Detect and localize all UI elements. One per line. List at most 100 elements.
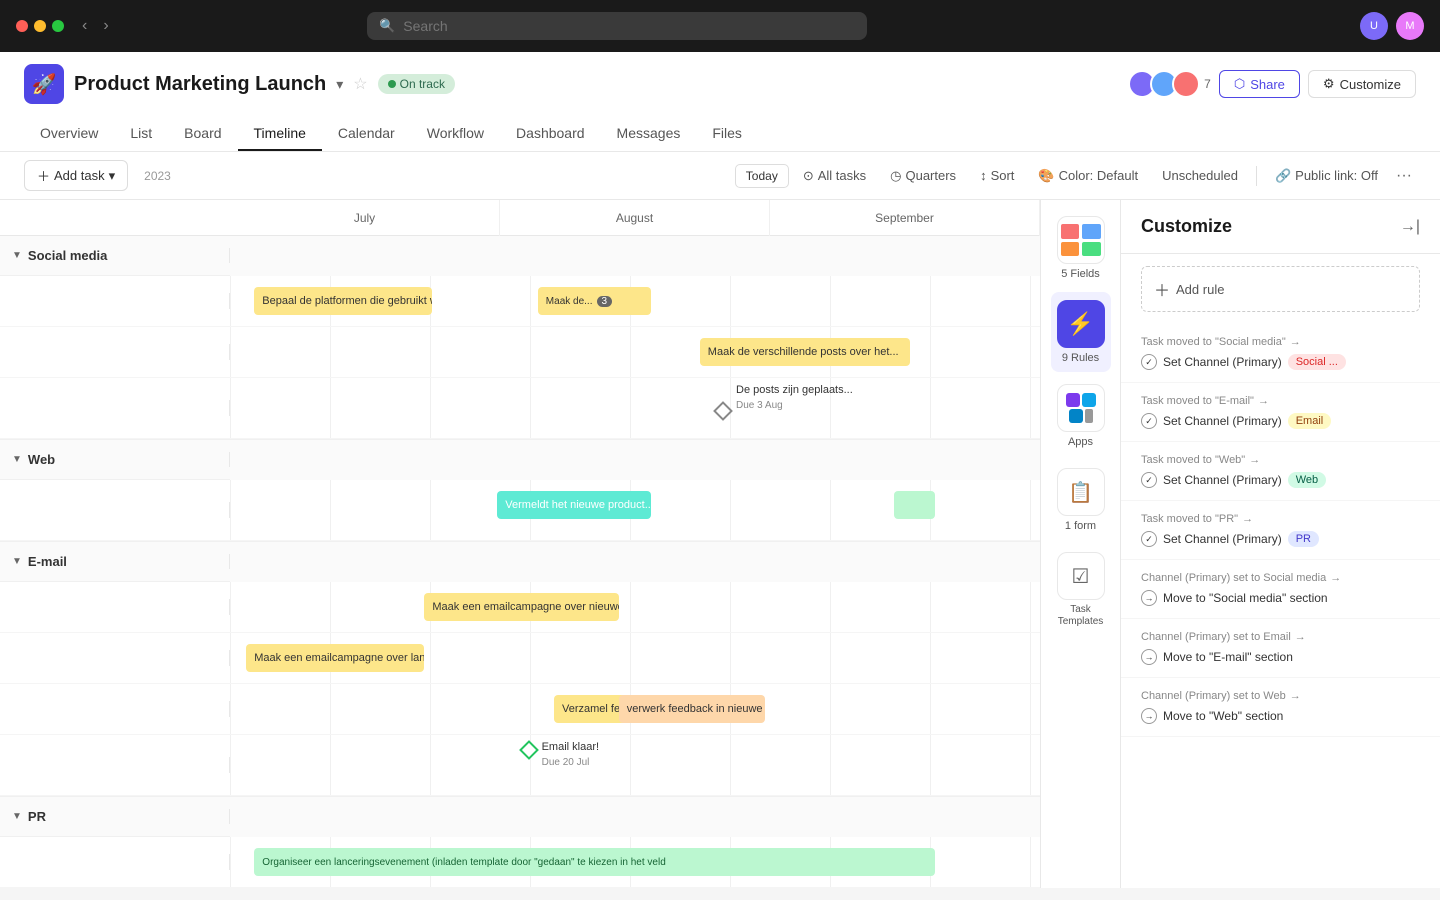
tab-timeline[interactable]: Timeline [238,117,322,151]
rule-trigger: Task moved to "E-mail" → [1141,395,1420,407]
sidebar-item-templates[interactable]: ☑ Task Templates [1051,544,1111,636]
search-input[interactable] [403,18,855,34]
arrow-icon: → [1290,690,1301,702]
check-icon: ✓ [1141,531,1157,547]
tab-dashboard[interactable]: Dashboard [500,117,601,151]
tab-calendar[interactable]: Calendar [322,117,411,151]
table-row: Maak de verschillende posts over het... [0,327,1040,378]
user-avatar-1[interactable]: U [1360,12,1388,40]
section-pr-label: ▼ PR [0,809,230,824]
task-label: Maak de... [546,296,593,307]
task-bar[interactable]: Bepaal de platformen die gebruikt worden [254,287,432,315]
social-media-title: Social media [28,248,107,263]
collapse-web[interactable]: ▼ [12,454,22,465]
arrow-icon: → [1258,395,1269,407]
email-grid [230,542,1040,582]
section-web-header: ▼ Web [0,440,1040,480]
public-link-button[interactable]: 🔗 Public link: Off [1265,163,1388,189]
arrow-icon: → [1249,454,1260,466]
collapse-pr[interactable]: ▼ [12,811,22,822]
tab-overview[interactable]: Overview [24,117,114,151]
close-panel-button[interactable]: →| [1400,218,1420,236]
forward-button[interactable]: › [97,13,114,39]
row-label [0,400,230,416]
row-label [0,701,230,717]
tab-list[interactable]: List [114,117,168,151]
row-grid: De posts zijn geplaats... Due 3 Aug [230,378,1040,438]
plus-icon: ＋ [37,166,50,185]
more-options-button[interactable]: ··· [1392,167,1416,185]
task-bar[interactable] [894,491,935,519]
sidebar-item-rules[interactable]: ⚡ 9 Rules [1051,292,1111,372]
rule-trigger-text: Channel (Primary) set to Social media [1141,572,1326,584]
section-web: ▼ Web Vermeldt het nieuwe product... [0,440,1040,542]
sidebar-item-forms[interactable]: 📋 1 form [1051,460,1111,540]
collapse-email[interactable]: ▼ [12,556,22,567]
rule-trigger-text: Channel (Primary) set to Web [1141,690,1286,702]
milestone-date: Due 3 Aug [736,400,783,411]
collapse-social-media[interactable]: ▼ [12,250,22,261]
quarters-button[interactable]: ◷ Quarters [880,163,966,189]
forms-icon: 📋 [1057,468,1105,516]
sidebar-item-fields[interactable]: 5 Fields [1051,208,1111,288]
today-button[interactable]: Today [735,164,789,188]
customize-title: Customize [1141,216,1232,237]
task-bar[interactable]: Organiseer een lanceringsevenement (inla… [254,848,934,876]
customize-button[interactable]: ⚙ Customize [1308,70,1416,98]
row-label [0,293,230,309]
rule-trigger: Channel (Primary) set to Email → [1141,631,1420,643]
task-bar[interactable]: Maak de verschillende posts over het... [700,338,911,366]
rule-action: → Move to "Social media" section [1141,590,1420,606]
apps-row-1 [1066,393,1096,407]
task-bar[interactable]: Maak een emailcampagne over lanceringsev… [246,644,424,672]
task-bar[interactable]: Maak de... 3 [538,287,651,315]
field-cell-3 [1061,242,1080,257]
close-button[interactable] [16,20,28,32]
tab-workflow[interactable]: Workflow [411,117,500,151]
table-row: Vermeldt het nieuwe product... [0,480,1040,541]
table-row: De posts zijn geplaats... Due 3 Aug [0,378,1040,439]
back-button[interactable]: ‹ [76,13,93,39]
project-star-icon[interactable]: ☆ [353,74,367,94]
unscheduled-button[interactable]: Unscheduled [1152,163,1248,188]
maximize-button[interactable] [52,20,64,32]
row-label [0,854,230,870]
tab-files[interactable]: Files [696,117,758,151]
task-bar[interactable]: Maak een emailcampagne over nieuwe produ… [424,593,618,621]
color-button[interactable]: 🎨 Color: Default [1028,163,1148,189]
rule-action: → Move to "Web" section [1141,708,1420,724]
email-title: E-mail [28,554,67,569]
filter-icon: ⊙ [803,168,814,184]
customize-header: Customize →| [1121,200,1440,254]
tab-board[interactable]: Board [168,117,237,151]
add-task-button[interactable]: ＋ Add task ▾ [24,160,128,191]
row-label [0,650,230,666]
customize-icon: ⚙ [1323,76,1335,92]
sort-button[interactable]: ↕ Sort [970,163,1024,188]
rule-action: ✓ Set Channel (Primary) Email [1141,413,1420,429]
section-email: ▼ E-mail Maak een emailcampagne over nie… [0,542,1040,797]
timeline-header: July August September [0,200,1040,236]
row-grid: Maak een emailcampagne over lanceringsev… [230,633,1040,683]
status-badge: On track [378,74,455,94]
rules-label: 9 Rules [1062,352,1099,364]
share-label: Share [1250,77,1285,92]
task-bar[interactable]: Vermeldt het nieuwe product... [497,491,651,519]
add-rule-button[interactable]: ＋ Add rule [1141,266,1420,312]
task-bar[interactable]: verwerk feedback in nieuwe mails [619,695,765,723]
sidebar-item-apps[interactable]: Apps [1051,376,1111,456]
rule-trigger-text: Task moved to "PR" [1141,513,1238,525]
row-grid: Organiseer een lanceringsevenement (inla… [230,837,1040,887]
user-avatar-2[interactable]: M [1396,12,1424,40]
all-tasks-button[interactable]: ⊙ All tasks [793,163,876,189]
app-teams-icon [1082,393,1096,407]
share-button[interactable]: ⬡ Share [1219,70,1300,98]
arrow-icon: → [1242,513,1253,525]
minimize-button[interactable] [34,20,46,32]
rule-item: Channel (Primary) set to Email → → Move … [1121,619,1440,678]
rule-tag: PR [1288,531,1319,547]
tab-messages[interactable]: Messages [601,117,697,151]
table-row: Maak een emailcampagne over nieuwe produ… [0,582,1040,633]
form-icon: 📋 [1068,480,1093,505]
project-chevron-icon[interactable]: ▾ [336,76,343,93]
